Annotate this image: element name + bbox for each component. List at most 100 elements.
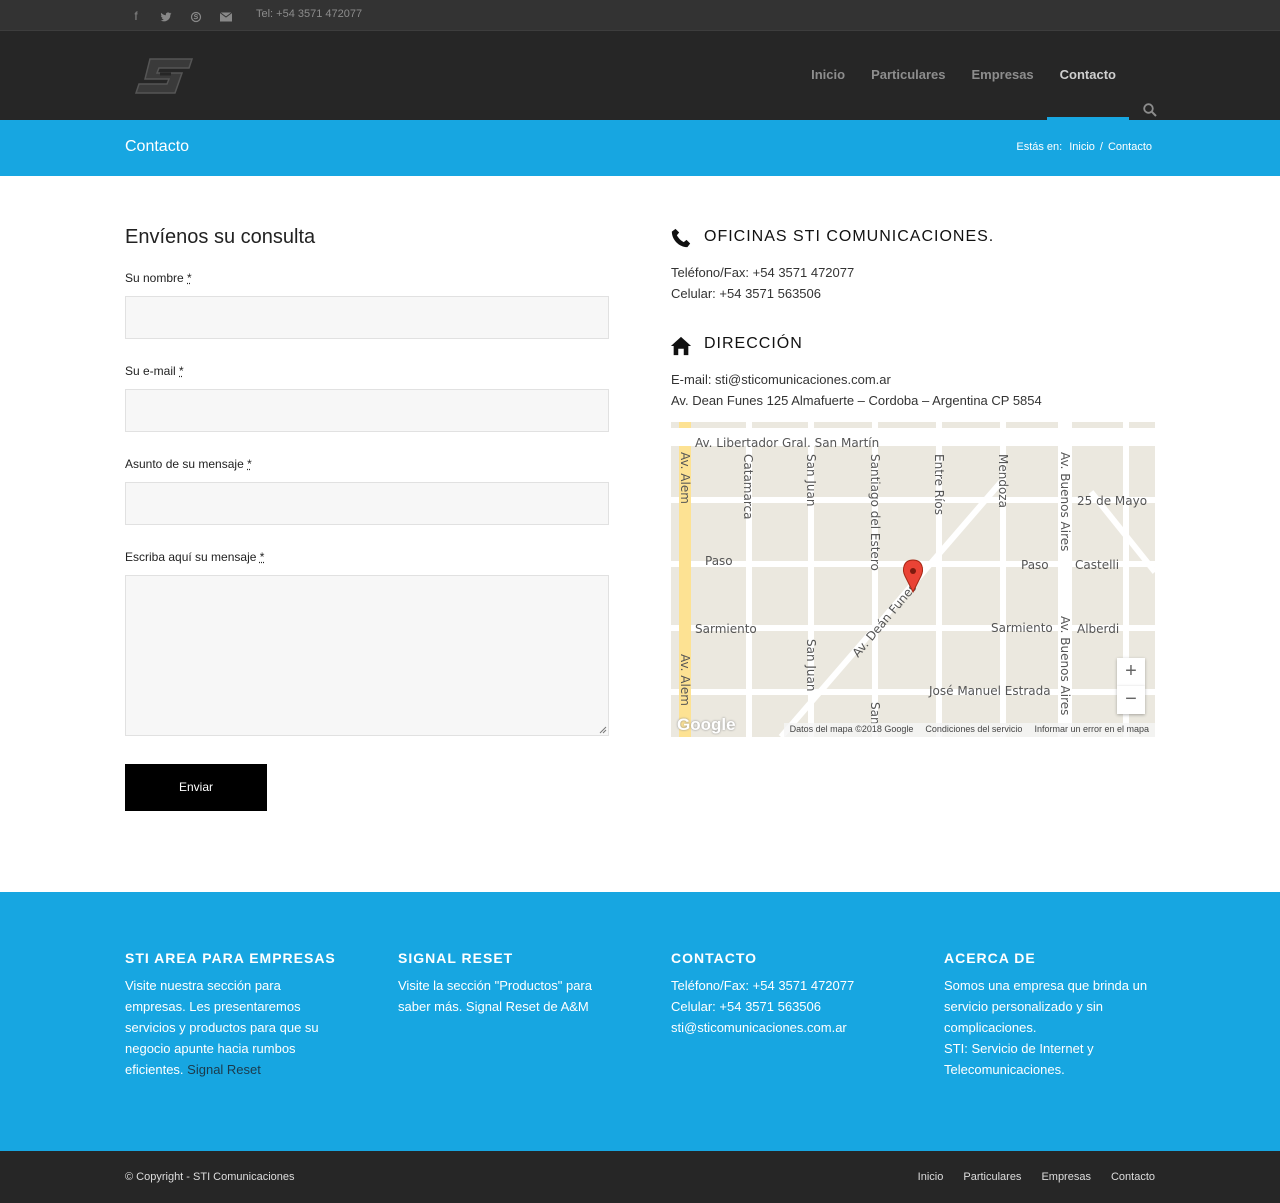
map-report-link[interactable]: Informar un error en el mapa: [1034, 724, 1149, 736]
bottom-bar: © Copyright - STI Comunicaciones Inicio …: [0, 1151, 1280, 1203]
footer-col-title: CONTACTO: [671, 950, 758, 966]
map-label-san-short: San: [868, 702, 882, 725]
map-label-mendoza: Mendoza: [996, 454, 1010, 508]
nav-item-inicio[interactable]: Inicio: [798, 31, 858, 120]
message-label: Escriba aquí su mensaje *: [125, 550, 264, 564]
breadcrumb-current: Contacto: [1107, 141, 1152, 153]
footer-col-title: ACERCA DE: [944, 950, 1036, 966]
main-nav: Inicio Particulares Empresas Contacto: [798, 31, 1157, 120]
footer-col-contacto: CONTACTO Teléfono/Fax: +54 3571 472077 C…: [671, 950, 886, 1038]
message-textarea[interactable]: [125, 575, 609, 736]
offices-phone: Teléfono/Fax: +54 3571 472077: [671, 265, 855, 280]
signal-reset-link[interactable]: Signal Reset: [187, 1062, 261, 1077]
map-terms-link[interactable]: Condiciones del servicio: [925, 724, 1022, 736]
footer-nav-contacto[interactable]: Contacto: [1111, 1171, 1155, 1183]
footer-nav-inicio[interactable]: Inicio: [918, 1171, 944, 1183]
address-heading: DIRECCIÓN: [704, 335, 803, 352]
footer-col-signal-reset: SIGNAL RESET Visite la sección "Producto…: [398, 950, 613, 1017]
zoom-in-button[interactable]: +: [1117, 658, 1145, 686]
footer-nav-empresas[interactable]: Empresas: [1041, 1171, 1091, 1183]
breadcrumb-home-link[interactable]: Inicio: [1069, 141, 1095, 153]
map-label-alberdi: Alberdi: [1077, 622, 1119, 636]
map-label-buenos-aires-top: Av. Buenos Aires: [1058, 452, 1072, 551]
footer-phone: Teléfono/Fax: +54 3571 472077: [671, 978, 855, 993]
footer-col-empresas: STI AREA PARA EMPRESAS Visite nuestra se…: [125, 950, 340, 1080]
mail-icon[interactable]: [211, 7, 241, 25]
map-label-castelli: Castelli: [1075, 558, 1119, 572]
map-label-paso-right: Paso: [1021, 558, 1049, 572]
map-label-paso-left: Paso: [705, 554, 733, 568]
nav-item-particulares[interactable]: Particulares: [858, 31, 958, 120]
top-bar: f Tel: +54 3571 472077: [0, 0, 1280, 31]
footer-col-acerca: ACERCA DE Somos una empresa que brinda u…: [944, 950, 1159, 1080]
zoom-out-button[interactable]: −: [1117, 686, 1145, 714]
map-label-estrada: José Manuel Estrada: [928, 684, 1051, 698]
top-phone: Tel: +54 3571 472077: [256, 8, 363, 20]
map-data-credit: Datos del mapa ©2018 Google: [789, 724, 914, 734]
footer-about-text-2: STI: Servicio de Internet y Telecomunica…: [944, 1041, 1094, 1077]
footer-nav: Inicio Particulares Empresas Contacto: [918, 1171, 1155, 1183]
map-label-alem-top: Av. Alem: [678, 452, 692, 504]
google-map[interactable]: Av. Libertador Gral. San Martín Paso Pas…: [671, 422, 1155, 737]
offices-heading: OFICINAS STI COMUNICACIONES.: [704, 228, 995, 245]
required-mark: *: [247, 457, 252, 471]
required-mark: *: [179, 364, 184, 378]
map-label-alem-bottom: Av. Alem: [678, 654, 692, 706]
map-label-sarmiento-left: Sarmiento: [695, 622, 757, 636]
footer-col-text: Visite la sección "Productos" para saber…: [398, 978, 592, 1014]
map-label-sarmiento-right: Sarmiento: [991, 621, 1053, 635]
breadcrumb-prefix: Estás en:: [1016, 141, 1063, 153]
breadcrumb: Estás en: Inicio / Contacto: [1016, 141, 1152, 153]
send-button[interactable]: Enviar: [125, 764, 267, 811]
page-title: Contacto: [125, 138, 190, 155]
map-attribution: Datos del mapa ©2018 Google Condiciones …: [783, 723, 1155, 737]
email-input[interactable]: [125, 389, 609, 432]
name-input[interactable]: [125, 296, 609, 339]
nav-item-contacto[interactable]: Contacto: [1046, 31, 1130, 120]
facebook-icon[interactable]: f: [121, 7, 151, 25]
map-label-san-juan-bottom: San Juan: [804, 639, 818, 692]
map-label-libertador: Av. Libertador Gral. San Martín: [695, 436, 879, 450]
copyright: © Copyright - STI Comunicaciones: [125, 1171, 295, 1183]
phone-icon: [671, 228, 691, 248]
subject-label: Asunto de su mensaje *: [125, 457, 252, 471]
skype-icon[interactable]: [181, 7, 211, 25]
form-title: Envíenos su consulta: [125, 226, 316, 248]
twitter-icon[interactable]: [151, 7, 181, 25]
subject-input[interactable]: [125, 482, 609, 525]
search-icon[interactable]: [1129, 66, 1157, 117]
footer-col-text: Visite nuestra sección para empresas. Le…: [125, 975, 340, 1080]
breadcrumb-separator: /: [1099, 141, 1103, 153]
subject-label-text: Asunto de su mensaje: [125, 457, 244, 471]
main-header: Inicio Particulares Empresas Contacto: [0, 31, 1280, 120]
required-mark: *: [187, 271, 192, 285]
map-label-buenos-aires-bottom: Av. Buenos Aires: [1058, 616, 1072, 715]
nav-item-empresas[interactable]: Empresas: [959, 31, 1047, 120]
map-label-catamarca: Catamarca: [741, 454, 755, 519]
footer-nav-particulares[interactable]: Particulares: [963, 1171, 1021, 1183]
footer-col-title: STI AREA PARA EMPRESAS: [125, 950, 336, 966]
name-label: Su nombre *: [125, 271, 192, 285]
map-label-santiago: Santiago del Estero: [868, 454, 882, 571]
footer-email: sti@sticomunicaciones.com.ar: [671, 1020, 847, 1035]
map-label-san-juan-top: San Juan: [804, 454, 818, 507]
name-label-text: Su nombre: [125, 271, 184, 285]
google-logo[interactable]: Google: [677, 715, 736, 735]
home-icon: [670, 336, 692, 356]
map-label-25-de-mayo: 25 de Mayo: [1077, 494, 1147, 508]
social-links: f: [121, 7, 241, 25]
footer-col-title: SIGNAL RESET: [398, 950, 514, 966]
email-label-text: Su e-mail: [125, 364, 176, 378]
site-logo[interactable]: [134, 53, 196, 99]
offices-cell: Celular: +54 3571 563506: [671, 286, 821, 301]
footer: STI AREA PARA EMPRESAS Visite nuestra se…: [0, 892, 1280, 1151]
resize-handle-icon[interactable]: [599, 726, 607, 734]
footer-cell: Celular: +54 3571 563506: [671, 999, 821, 1014]
message-label-text: Escriba aquí su mensaje: [125, 550, 257, 564]
footer-about-text: Somos una empresa que brinda un servicio…: [944, 978, 1148, 1035]
address-line: Av. Dean Funes 125 Almafuerte – Cordoba …: [671, 393, 1042, 408]
required-mark: *: [259, 550, 265, 564]
address-email: E-mail: sti@sticomunicaciones.com.ar: [671, 372, 891, 387]
map-label-entre-rios: Entre Ríos: [932, 454, 946, 515]
email-label: Su e-mail *: [125, 364, 184, 378]
